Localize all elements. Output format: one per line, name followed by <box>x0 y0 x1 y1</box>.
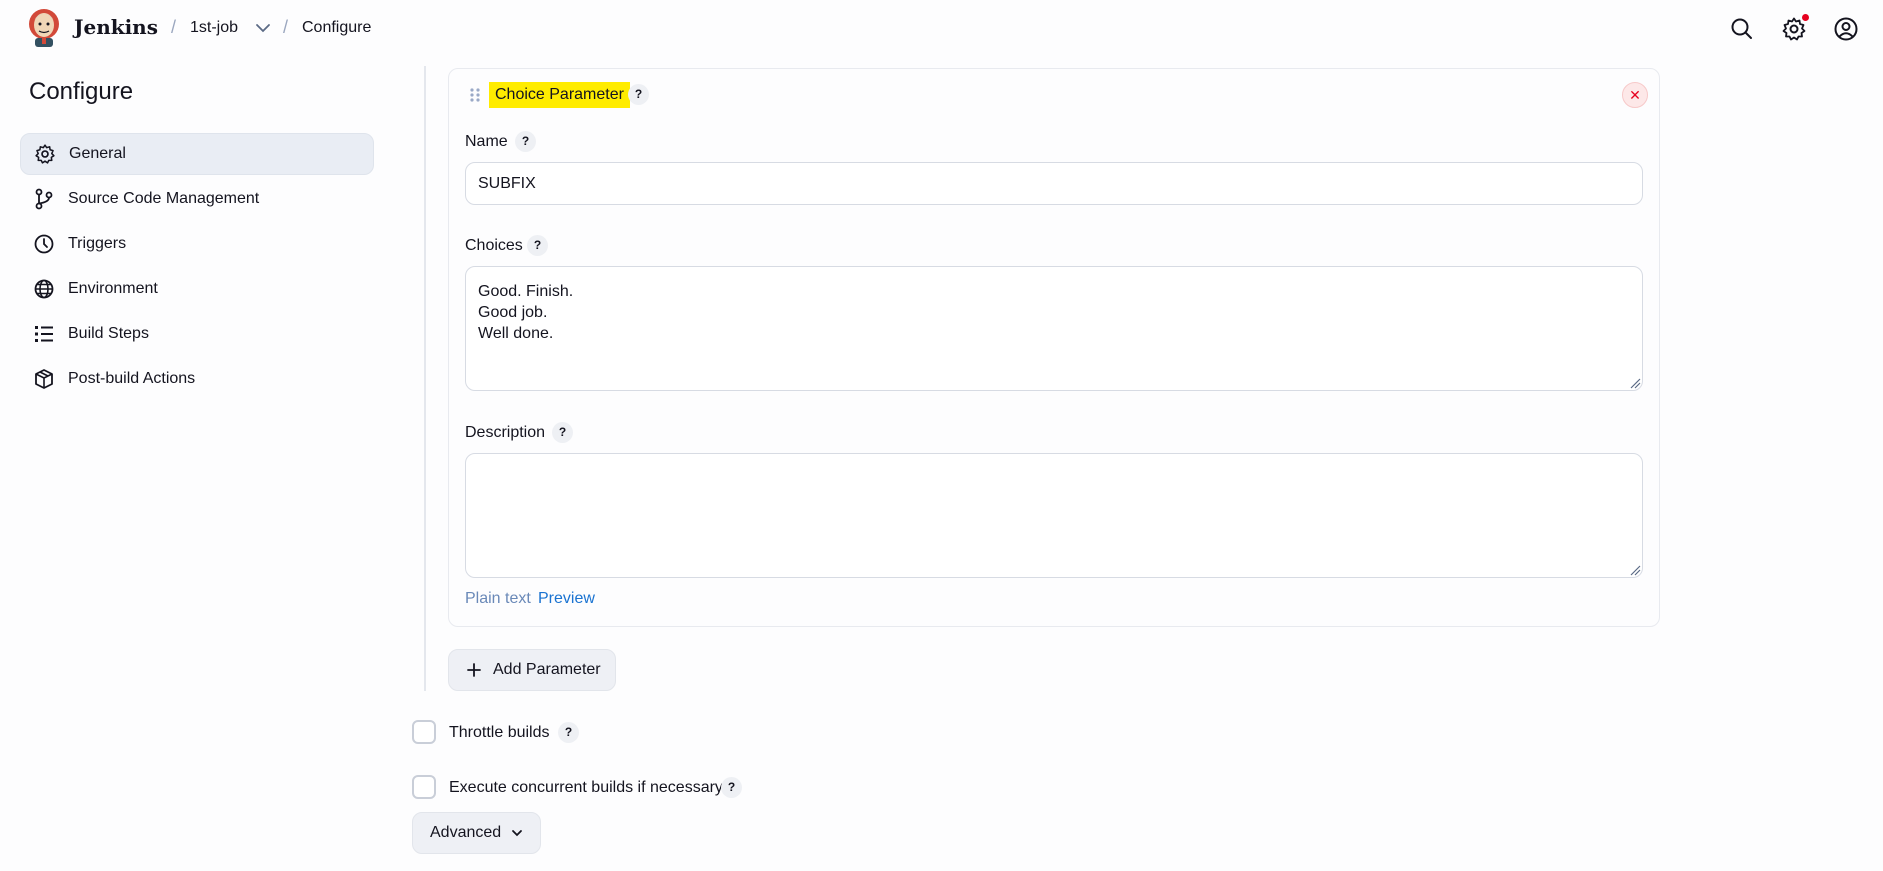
help-icon[interactable]: ? <box>628 84 649 105</box>
breadcrumb-separator: / <box>283 17 289 37</box>
parameter-type-title: Choice Parameter <box>489 82 630 108</box>
sidebar-item-label: Build Steps <box>68 325 149 342</box>
drag-handle-icon[interactable] <box>468 87 482 103</box>
chevron-down-icon[interactable] <box>255 21 271 35</box>
section-divider <box>424 66 426 691</box>
sidebar-item-label: Triggers <box>68 235 127 252</box>
concurrent-builds-checkbox[interactable] <box>412 775 436 799</box>
description-textarea[interactable] <box>465 453 1643 578</box>
name-label: Name <box>465 133 508 150</box>
preview-link[interactable]: Preview <box>538 590 595 608</box>
name-field[interactable] <box>465 162 1643 205</box>
sidebar-item-triggers[interactable]: Triggers <box>20 223 374 265</box>
gear-icon <box>34 143 56 165</box>
advanced-button[interactable]: Advanced <box>412 812 541 854</box>
help-icon[interactable]: ? <box>721 777 742 798</box>
help-icon[interactable]: ? <box>527 235 548 256</box>
package-icon <box>33 368 55 390</box>
sidebar-item-label: Environment <box>68 280 158 297</box>
sidebar-item-environment[interactable]: Environment <box>20 268 374 310</box>
breadcrumb-separator: / <box>171 17 177 37</box>
resize-handle-icon[interactable] <box>1630 378 1641 389</box>
chevron-down-icon <box>512 830 523 837</box>
resize-handle-icon[interactable] <box>1630 565 1641 576</box>
list-icon <box>33 323 55 345</box>
add-parameter-button[interactable]: Add Parameter <box>448 649 616 691</box>
description-label: Description <box>465 424 546 441</box>
add-parameter-label: Add Parameter <box>493 661 601 678</box>
sidebar-item-post-build-actions[interactable]: Post-build Actions <box>20 358 374 400</box>
advanced-label: Advanced <box>430 824 502 841</box>
notification-dot <box>1802 14 1809 21</box>
plus-icon <box>467 663 481 677</box>
sidebar-item-label: Source Code Management <box>68 190 260 207</box>
sidebar-item-general[interactable]: General <box>20 133 374 175</box>
breadcrumb-configure[interactable]: Configure <box>302 19 371 37</box>
sidebar-item-label: Post-build Actions <box>68 370 196 387</box>
concurrent-builds-label[interactable]: Execute concurrent builds if necessary <box>449 779 723 797</box>
sidebar-item-label: General <box>69 145 126 162</box>
branch-icon <box>33 188 55 210</box>
breadcrumb-job[interactable]: 1st-job <box>190 19 238 37</box>
jenkins-logo-icon[interactable] <box>26 6 62 48</box>
clock-icon <box>33 233 55 255</box>
throttle-builds-checkbox[interactable] <box>412 720 436 744</box>
page-title: Configure <box>29 78 134 105</box>
top-header: Jenkins / 1st-job / Configure <box>0 0 1883 58</box>
sidebar-item-build-steps[interactable]: Build Steps <box>20 313 374 355</box>
choices-textarea[interactable]: Good. Finish. Good job. Well done. <box>465 266 1643 391</box>
help-icon[interactable]: ? <box>552 422 573 443</box>
choices-label: Choices <box>465 237 523 254</box>
help-icon[interactable]: ? <box>515 131 536 152</box>
delete-parameter-button[interactable]: ✕ <box>1622 82 1648 108</box>
plain-text-label: Plain text <box>465 590 531 607</box>
help-icon[interactable]: ? <box>558 722 579 743</box>
brand-name[interactable]: Jenkins <box>74 15 158 39</box>
choice-parameter-card: Choice Parameter ? ✕ Name ? Choices ? Go… <box>448 68 1660 627</box>
sidebar-item-source-code-management[interactable]: Source Code Management <box>20 178 374 220</box>
throttle-builds-label[interactable]: Throttle builds <box>449 724 550 742</box>
search-icon[interactable] <box>1729 16 1755 42</box>
globe-icon <box>33 278 55 300</box>
user-account-icon[interactable] <box>1833 16 1859 42</box>
